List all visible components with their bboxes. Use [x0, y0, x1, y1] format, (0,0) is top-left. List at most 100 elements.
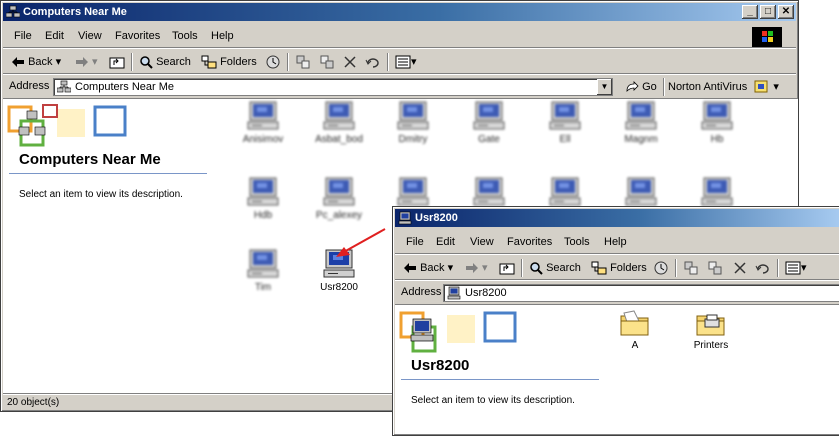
address-label: Address: [9, 80, 50, 92]
back-button[interactable]: Back ▾: [11, 53, 61, 71]
computer-icon: [549, 101, 581, 130]
network-banner-graphic: [7, 104, 127, 147]
menu-edit[interactable]: Edit: [436, 236, 455, 248]
move-to-icon: [296, 55, 310, 69]
computer-item[interactable]: Dmitry: [373, 101, 453, 145]
computer-label: Anisimov: [242, 134, 284, 145]
delete-button[interactable]: [343, 53, 357, 71]
shared-folder-a[interactable]: A: [595, 309, 675, 351]
undo-button[interactable]: [365, 53, 381, 71]
menu-tools[interactable]: Tools: [172, 30, 198, 42]
computer-item[interactable]: Hb: [677, 101, 757, 145]
menu-file[interactable]: File: [14, 30, 32, 42]
go-arrow-icon: [626, 81, 639, 93]
windows-logo: [752, 27, 782, 47]
up-folder-button[interactable]: [109, 53, 125, 71]
minimize-button[interactable]: _: [742, 5, 758, 19]
norton-antivirus-button[interactable]: Norton AntiVirus ▾: [668, 78, 779, 96]
computer-icon: [549, 177, 581, 206]
toolbar-separator: [387, 53, 389, 71]
forward-button[interactable]: ▾: [465, 259, 488, 277]
computer-icon: [397, 101, 429, 130]
maximize-button[interactable]: □: [760, 5, 776, 19]
usr8200-titlebar[interactable]: Usr8200: [395, 209, 839, 227]
computer-item[interactable]: Hdb: [223, 177, 303, 221]
go-label: Go: [642, 81, 657, 93]
computer-item[interactable]: Pc_alexey: [299, 177, 379, 221]
back-arrow-icon: [12, 57, 24, 68]
computer-label: Ell: [559, 134, 571, 145]
copy-to-button[interactable]: [319, 53, 335, 71]
menu-view[interactable]: View: [78, 30, 102, 42]
computer-item[interactable]: Anisimov: [223, 101, 303, 145]
undo-icon: [755, 264, 769, 274]
views-button[interactable]: ▾: [785, 259, 807, 277]
computer-item[interactable]: Ell: [525, 101, 605, 145]
delete-button[interactable]: [733, 259, 747, 277]
left-pane-title: Usr8200: [411, 357, 470, 374]
move-to-button[interactable]: [295, 53, 311, 71]
folders-icon: [201, 55, 217, 69]
menu-view[interactable]: View: [470, 236, 494, 248]
computer-icon: [397, 177, 429, 206]
menu-favorites[interactable]: Favorites: [115, 30, 160, 42]
menu-favorites[interactable]: Favorites: [507, 236, 552, 248]
history-button[interactable]: [265, 53, 281, 71]
back-button[interactable]: Back ▾: [403, 259, 453, 277]
computer-item[interactable]: Gate: [449, 101, 529, 145]
menu-help[interactable]: Help: [604, 236, 627, 248]
search-button[interactable]: Search: [139, 53, 191, 71]
delete-icon: [734, 262, 746, 274]
toolbar-separator: [675, 259, 677, 277]
folders-icon: [591, 261, 607, 275]
computer-banner-graphic: [399, 311, 517, 353]
computer-icon: [701, 101, 733, 130]
computer-item[interactable]: Magnm: [601, 101, 681, 145]
computer-item[interactable]: Asbat_bod: [299, 101, 379, 145]
copy-to-button[interactable]: [707, 259, 723, 277]
computer-icon: [625, 101, 657, 130]
printers-folder[interactable]: Printers: [671, 309, 751, 351]
computer-label: Tim: [254, 282, 272, 293]
main-titlebar[interactable]: Computers Near Me _ □ ✕: [3, 3, 796, 21]
address-input[interactable]: Computers Near Me ▼: [53, 78, 613, 96]
undo-button[interactable]: [755, 259, 771, 277]
menu-file[interactable]: File: [406, 236, 424, 248]
go-button[interactable]: Go: [625, 78, 657, 96]
usr8200-content: Usr8200 Select an item to view its descr…: [395, 304, 839, 434]
item-label: A: [631, 340, 639, 351]
move-to-button[interactable]: [683, 259, 699, 277]
shared-folder-icon: [620, 310, 649, 336]
views-icon: [785, 261, 801, 275]
usr8200-window: Usr8200 File Edit View Favorites Tools H…: [392, 206, 839, 436]
computer-label: Gate: [478, 134, 500, 145]
window-title: Usr8200: [415, 212, 458, 224]
views-button[interactable]: ▾: [395, 53, 417, 71]
main-toolbar: Back ▾ ▾ Search Folders ▾: [3, 48, 796, 75]
back-label: Back: [420, 262, 445, 274]
menu-edit[interactable]: Edit: [45, 30, 64, 42]
left-pane-divider: [9, 173, 207, 174]
address-input[interactable]: Usr8200: [443, 284, 839, 302]
folders-button[interactable]: Folders: [591, 259, 647, 277]
computer-icon: [398, 211, 412, 225]
move-to-icon: [684, 261, 698, 275]
search-button[interactable]: Search: [529, 259, 581, 277]
folders-label: Folders: [610, 262, 647, 274]
menu-tools[interactable]: Tools: [564, 236, 590, 248]
copy-to-icon: [320, 55, 334, 69]
folders-button[interactable]: Folders: [201, 53, 257, 71]
address-dropdown-button[interactable]: ▼: [597, 79, 612, 95]
computer-icon: [473, 101, 505, 130]
close-button[interactable]: ✕: [778, 5, 794, 19]
left-pane-divider: [401, 379, 599, 380]
history-button[interactable]: [653, 259, 669, 277]
menu-help[interactable]: Help: [211, 30, 234, 42]
computer-item[interactable]: Tim: [223, 249, 303, 293]
computer-label: Usr8200: [320, 282, 358, 293]
up-folder-button[interactable]: [499, 259, 515, 277]
forward-button[interactable]: ▾: [75, 53, 98, 71]
usr8200-addressbar: Address Usr8200: [395, 280, 839, 305]
computer-label: Asbat_bod: [315, 134, 363, 145]
delete-icon: [344, 56, 356, 68]
